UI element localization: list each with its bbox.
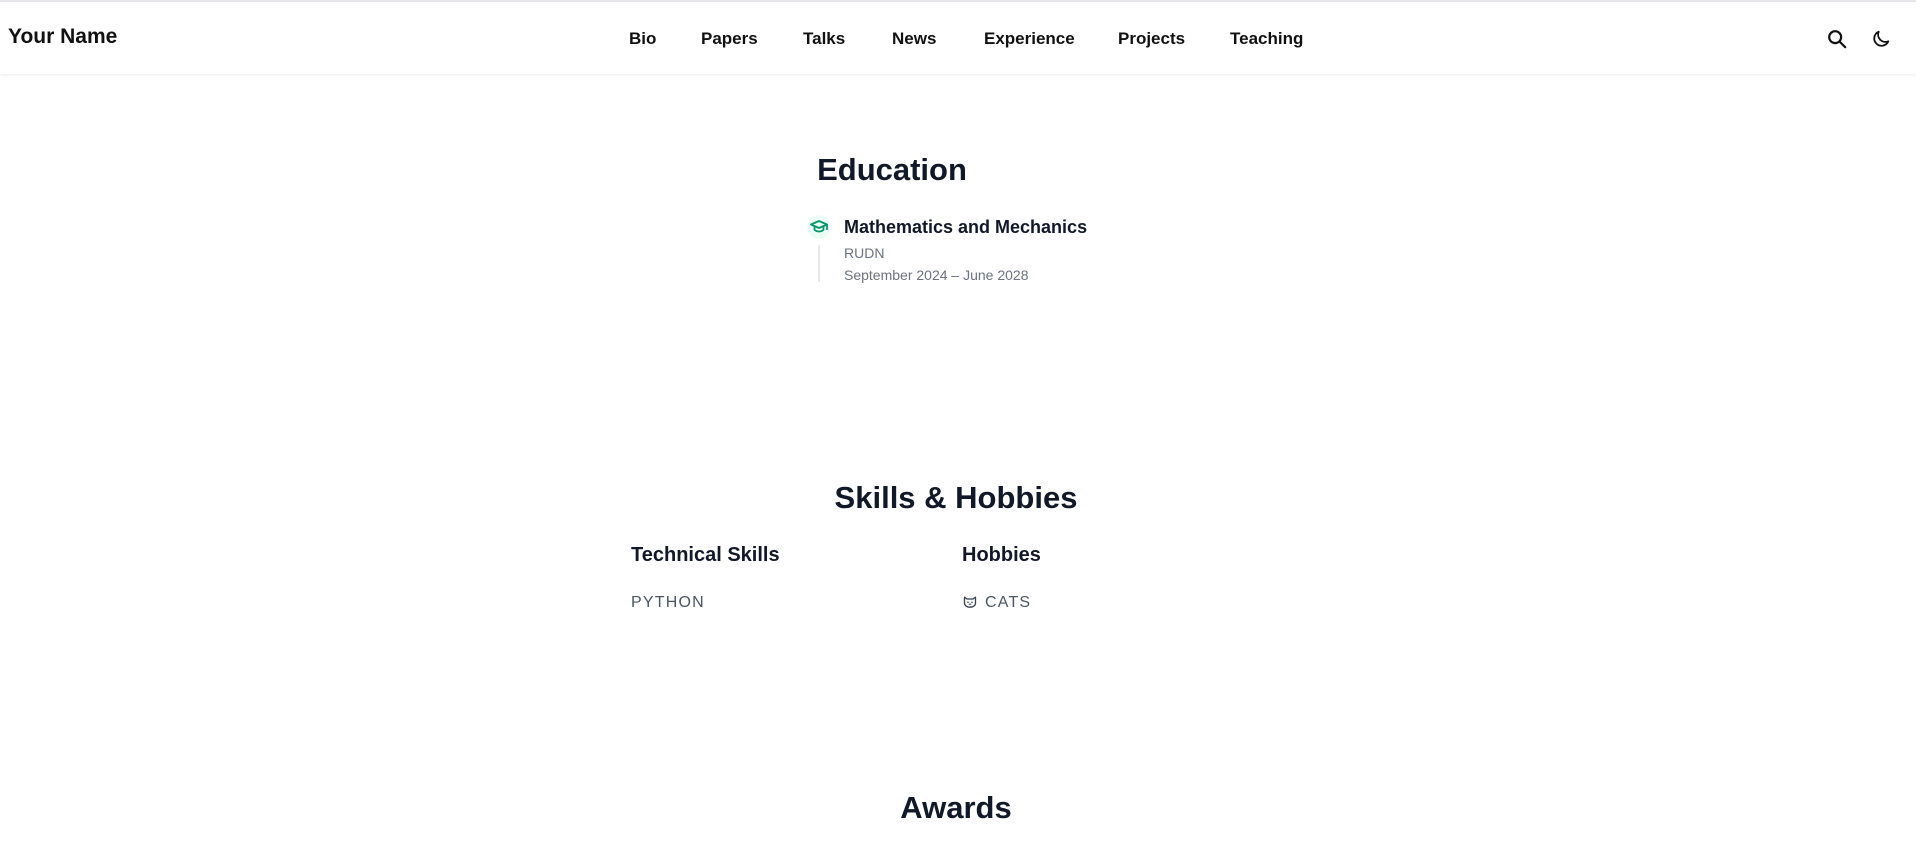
- education-timeline-line: [818, 245, 820, 282]
- education-badge: [807, 215, 831, 239]
- main-nav: Bio Papers Talks News Experience Project…: [0, 29, 1916, 53]
- nav-link-papers[interactable]: Papers: [701, 29, 758, 49]
- hobby-label-cats: CATS: [985, 594, 1032, 611]
- awards-title: Awards: [900, 790, 1012, 825]
- page-root: Your Name Bio Papers Talks News Experien…: [0, 0, 1916, 850]
- moon-icon: [1873, 30, 1890, 47]
- search-icon: [1828, 30, 1847, 49]
- nav-link-news[interactable]: News: [892, 29, 936, 49]
- education-item: Mathematics and Mechanics RUDN September…: [807, 215, 1167, 285]
- top-navbar: Your Name Bio Papers Talks News Experien…: [0, 0, 1916, 74]
- graduation-cap-icon: [810, 220, 828, 233]
- education-dates: September 2024 – June 2028: [844, 267, 1029, 283]
- technical-skills-title: Technical Skills: [631, 544, 780, 566]
- skill-item-python: PYTHON: [631, 594, 705, 611]
- cat-icon: [963, 596, 977, 608]
- skills-hobbies-title: Skills & Hobbies: [834, 480, 1078, 515]
- education-school: RUDN: [844, 245, 885, 261]
- theme-toggle-button[interactable]: [1870, 28, 1892, 50]
- search-button[interactable]: [1826, 28, 1848, 50]
- nav-link-talks[interactable]: Talks: [803, 29, 845, 49]
- hobby-item-cats: CATS: [962, 594, 1052, 614]
- hobbies-title: Hobbies: [962, 544, 1041, 566]
- nav-link-teaching[interactable]: Teaching: [1230, 29, 1303, 49]
- education-degree: Mathematics and Mechanics: [844, 217, 1088, 237]
- nav-link-bio[interactable]: Bio: [629, 29, 656, 49]
- nav-link-experience[interactable]: Experience: [984, 29, 1075, 49]
- nav-link-projects[interactable]: Projects: [1118, 29, 1185, 49]
- education-title: Education: [817, 152, 967, 187]
